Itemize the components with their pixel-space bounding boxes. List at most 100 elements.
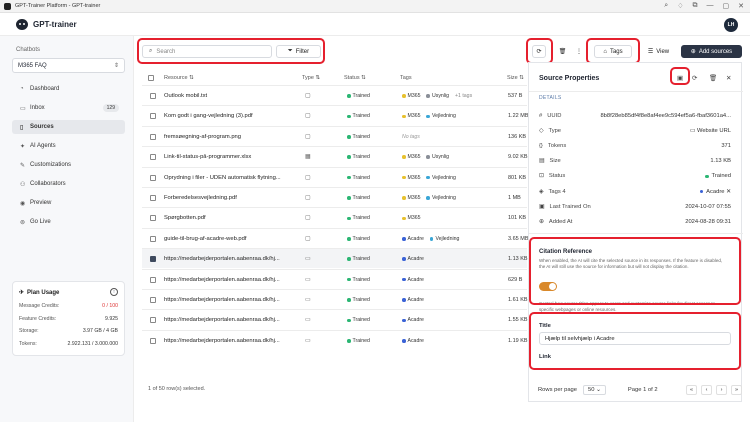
row-checkbox[interactable]: [150, 113, 156, 120]
row-checkbox[interactable]: [150, 256, 156, 263]
first-page-button[interactable]: «: [686, 385, 697, 395]
header-resource[interactable]: Resource ⇅: [164, 72, 194, 84]
resource-name[interactable]: guide-til-brug-af-acadre-web.pdf: [164, 236, 294, 242]
detail-value: Trained: [705, 173, 731, 179]
resource-name[interactable]: Oprydning i filer - UDEN automatisk flyt…: [164, 175, 294, 181]
row-checkbox[interactable]: [150, 154, 156, 161]
sidebar-item-collaborators[interactable]: ⚇ Collaborators: [12, 177, 125, 191]
upgrade-icon[interactable]: ↑: [110, 288, 118, 296]
maximize-icon[interactable]: ▢: [723, 2, 730, 10]
avatar[interactable]: LH: [724, 18, 738, 32]
sources-icon: ▯: [20, 124, 24, 131]
resource-size: 1.55 KB: [508, 317, 528, 324]
plan-usage-value: 0 / 100: [102, 303, 118, 309]
file-type-icon: ▢: [305, 235, 311, 242]
tag-chip: Acadre: [402, 338, 424, 344]
sidebar-item-dashboard[interactable]: ◔ Dashboard: [12, 82, 125, 96]
detail-value: 8b8f28eb85df4f8e8af4ee9c594ef5a6-fbaf360…: [600, 112, 731, 119]
row-checkbox[interactable]: [150, 195, 156, 201]
row-checkbox[interactable]: [150, 297, 156, 303]
table-row[interactable]: Oprydning i filer - UDEN automatisk flyt…: [142, 166, 527, 187]
more-button[interactable]: ⋮: [575, 45, 583, 58]
row-tags: M365 Usynlig +1 tags: [402, 93, 472, 99]
retrain-icon[interactable]: ⟳: [692, 74, 697, 82]
row-checkbox[interactable]: [150, 276, 156, 283]
row-checkbox[interactable]: [150, 133, 156, 140]
header-status[interactable]: Status ⇅: [344, 72, 366, 84]
header-tags: Tags: [400, 75, 412, 81]
table-row[interactable]: https://medarbejderportalen.aabenraa.dk/…: [142, 309, 528, 329]
highlight-refresh: [526, 38, 553, 64]
row-checkbox[interactable]: [150, 337, 156, 344]
header-size[interactable]: Size ⇅: [507, 72, 524, 84]
resource-name[interactable]: https://medarbejderportalen.aabenraa.dk/…: [164, 277, 294, 283]
table-row[interactable]: Link-til-status-på-programmer.xlsx ▦ Train…: [142, 146, 528, 166]
row-checkbox[interactable]: [150, 174, 156, 181]
status-icon: ⊡: [539, 173, 544, 180]
minimize-icon[interactable]: —: [707, 2, 714, 10]
last-page-button[interactable]: »: [731, 385, 742, 395]
type-icon: ◇: [539, 127, 544, 134]
panel-trash-icon[interactable]: 🗑: [709, 74, 717, 82]
select-all-checkbox[interactable]: [148, 72, 154, 84]
delete-button[interactable]: 🗑: [556, 45, 569, 58]
brand-name: GPT-trainer: [33, 19, 77, 29]
resource-name[interactable]: Forberedelsesvejledning.pdf: [164, 195, 294, 201]
sidebar-item-preview[interactable]: ◉ Preview: [12, 196, 125, 210]
detail-value[interactable]: ▭ Website URL: [690, 128, 731, 134]
table-row[interactable]: Spørgbotten.pdf ▢ Trained M365 101 KB: [142, 207, 527, 227]
table-row[interactable]: https://medarbejderportalen.aabenraa.dk/…: [142, 248, 528, 269]
extension-icon[interactable]: ♢: [677, 2, 683, 10]
table-row[interactable]: Kom godt i gang-vejledning (3).pdf ▢ Train…: [142, 105, 528, 125]
detail-row-uuid: # UUID 8b8f28eb85df4f8e8af4ee9c594ef5a6-fb…: [539, 109, 731, 122]
zoom-icon[interactable]: ⌕: [664, 2, 668, 10]
resource-name[interactable]: Kom godt i gang-vejledning (3).pdf: [164, 113, 294, 119]
resource-name[interactable]: https://medarbejderportalen.aabenraa.dk/…: [164, 256, 294, 262]
restore-icon[interactable]: ⧉: [693, 2, 698, 10]
resource-name[interactable]: Spørgbotten.pdf: [164, 215, 294, 221]
chatbots-label: Chatbots: [16, 47, 41, 53]
resource-name[interactable]: https://medarbejderportalen.aabenraa.dk/…: [164, 338, 294, 344]
row-checkbox[interactable]: [150, 93, 156, 99]
prev-page-button[interactable]: ‹: [701, 385, 712, 395]
resource-name[interactable]: https://medarbejderportalen.aabenraa.dk/…: [164, 297, 294, 303]
table-row[interactable]: https://medarbejderportalen.aabenraa.dk/…: [142, 268, 527, 289]
tokens-icon: {}: [539, 142, 543, 149]
add-sources-button[interactable]: ⊕ Add sources: [681, 45, 742, 58]
row-tags: No tags: [402, 134, 420, 140]
row-checkbox[interactable]: [150, 215, 156, 222]
sidebar-item-ai-agents[interactable]: ✦ AI Agents: [12, 139, 125, 153]
next-page-button[interactable]: ›: [716, 385, 727, 395]
resource-name[interactable]: Outlook mobil.txt: [164, 93, 294, 99]
rows-per-page-select[interactable]: 50 ⌄: [583, 385, 606, 395]
chatbot-select[interactable]: M365 FAQ ⇕: [12, 58, 125, 73]
app-icon: [4, 2, 11, 10]
panel-close-icon[interactable]: ✕: [726, 74, 731, 82]
row-checkbox[interactable]: [150, 235, 156, 242]
sidebar-item-inbox[interactable]: ▭ Inbox 129: [12, 101, 125, 115]
header-type[interactable]: Type ⇅: [302, 72, 320, 84]
resource-name[interactable]: fremsøegning-af-program.png: [164, 134, 294, 140]
table-row[interactable]: Outlook mobil.txt ▢ Trained M365 Usynlig +1 t…: [142, 85, 527, 105]
resource-name[interactable]: Link-til-status-på-programmer.xlsx: [164, 154, 294, 160]
sidebar-item-sources[interactable]: ▯ Sources: [12, 120, 125, 134]
row-checkbox[interactable]: [150, 317, 156, 324]
close-icon[interactable]: ✕: [738, 2, 744, 10]
status-badge: Trained: [347, 93, 370, 99]
detail-value[interactable]: Acadre ✕: [699, 189, 731, 195]
table-row[interactable]: Forberedelsesvejledning.pdf ▢ Trained M365 V…: [142, 187, 527, 207]
logo-icon: [16, 18, 28, 30]
table-row[interactable]: guide-til-brug-af-acadre-web.pdf ▢ Trained…: [142, 227, 528, 248]
inbox-icon: ▭: [20, 105, 26, 112]
table-row[interactable]: https://medarbejderportalen.aabenraa.dk/…: [142, 289, 528, 309]
chatbot-select-value: M365 FAQ: [18, 62, 47, 69]
table-row[interactable]: fremsøegning-af-program.png ▢ Trained No ta…: [142, 125, 527, 146]
sidebar-item-customizations[interactable]: ✎ Customizations: [12, 158, 125, 172]
tag-chip: Acadre: [402, 236, 424, 242]
table-row[interactable]: https://medarbejderportalen.aabenraa.dk/…: [142, 329, 528, 350]
highlight-citation: [529, 237, 741, 305]
sidebar-item-go-live[interactable]: ⊚ Go Live: [12, 215, 125, 229]
resource-size: 1 MB: [508, 195, 521, 201]
view-button[interactable]: ☰ View: [641, 45, 676, 58]
resource-name[interactable]: https://medarbejderportalen.aabenraa.dk/…: [164, 317, 294, 323]
